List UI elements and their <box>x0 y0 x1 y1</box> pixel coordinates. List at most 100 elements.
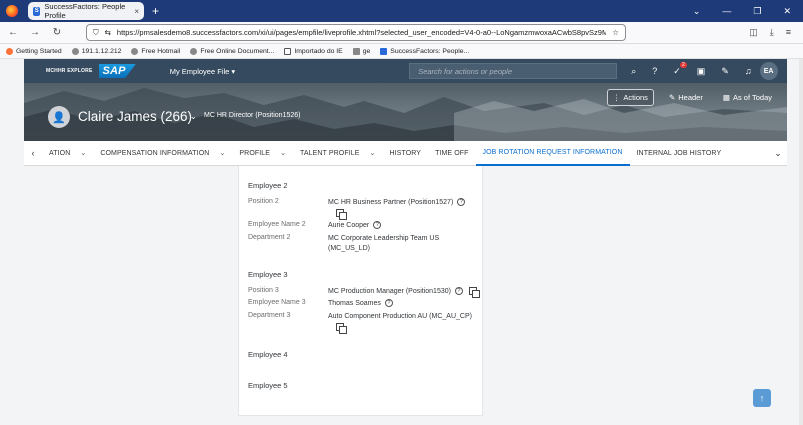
bookmark-item[interactable]: 191.1.12.212 <box>71 47 121 55</box>
main-content: Employee 2 Position 2 MC HR Business Par… <box>24 166 787 425</box>
globe-icon <box>71 47 79 55</box>
job-rotation-card: Employee 2 Position 2 MC HR Business Par… <box>238 166 483 416</box>
bookmark-item[interactable]: SuccessFactors: People... <box>380 47 469 55</box>
bookmark-folder[interactable]: Importado do IE <box>284 47 343 55</box>
company-brand[interactable]: MCHHR EXPLORE SAP <box>46 64 136 78</box>
tab-time-off[interactable]: TIME OFF <box>428 141 475 166</box>
tab-compensation-information[interactable]: COMPENSATION INFORMATION ⌄ <box>93 141 232 166</box>
bell-icon[interactable]: ♫ <box>745 66 752 76</box>
minimize-icon[interactable]: — <box>722 6 731 17</box>
help-icon[interactable]: ? <box>384 299 393 308</box>
employee-name-3-value: Thomas Soames? <box>328 299 478 309</box>
address-bar[interactable]: ⛉ ⇆ https://pmsalesdemo8.successfactors.… <box>86 24 626 41</box>
url-text[interactable]: https://pmsalesdemo8.successfactors.com/… <box>117 28 606 37</box>
section-navigation: ‹ ATION ⌄ COMPENSATION INFORMATION ⌄ PROFI… <box>24 141 787 166</box>
copy-icon[interactable] <box>468 287 480 299</box>
forward-icon[interactable]: → <box>26 27 44 38</box>
tab-job-rotation-request-information[interactable]: JOB ROTATION REQUEST INFORMATION <box>475 141 630 166</box>
folder-icon <box>284 47 292 55</box>
tab-internal-job-history[interactable]: INTERNAL JOB HISTORY <box>630 141 729 166</box>
more-vertical-icon: ⋮ <box>612 93 621 102</box>
reload-icon[interactable]: ↻ <box>48 27 66 38</box>
shield-icon[interactable]: ⛉ <box>93 28 99 38</box>
firefox-icon <box>6 47 13 55</box>
help-icon[interactable]: ? <box>457 198 466 207</box>
field-label: Department 2 <box>248 234 291 241</box>
tracking-icon[interactable]: ⇆ <box>105 28 111 37</box>
module-menu[interactable]: My Employee File ▾ <box>170 67 235 76</box>
browser-tab[interactable]: S SuccessFactors: People Profile × <box>28 2 144 20</box>
successfactors-icon <box>380 47 388 55</box>
sap-logo: SAP <box>98 64 136 78</box>
search-icon[interactable]: ⌕ <box>631 66 636 77</box>
header-button[interactable]: ✎ Header <box>664 90 708 105</box>
position-2-value: MC HR Business Partner (Position1527)? <box>328 198 478 221</box>
browser-tab-strip: S SuccessFactors: People Profile × + ⌄ —… <box>0 0 803 22</box>
new-tab-button[interactable]: + <box>152 4 159 18</box>
chat-icon[interactable]: ▣ <box>697 66 706 77</box>
tab-talent-profile[interactable]: TALENT PROFILE ⌄ <box>293 141 382 166</box>
more-sections-chevron-icon[interactable]: ⌄ <box>769 148 787 159</box>
bookmark-item[interactable]: Free Online Document... <box>190 47 274 55</box>
browser-nav-bar: ← → ↻ ⛉ ⇆ https://pmsalesdemo8.successfa… <box>0 22 803 44</box>
bookmark-item[interactable]: Free Hotmail <box>131 47 180 55</box>
employee-name: Claire James (266) <box>78 109 193 124</box>
employee-4-title: Employee 4 <box>248 350 288 359</box>
todo-icon[interactable]: ✓ 2 <box>673 61 687 77</box>
bookmark-star-icon[interactable]: ☆ <box>612 28 619 37</box>
profile-photo-placeholder-icon[interactable]: 👤 <box>48 106 70 128</box>
notification-badge: 2 <box>680 61 687 68</box>
employee-5-title: Employee 5 <box>248 381 288 390</box>
department-2-value: MC Corporate Leadership Team US (MC_US_L… <box>328 235 440 252</box>
chevron-down-icon: ⌄ <box>280 150 287 157</box>
bookmarks-bar: Getting Started 191.1.12.212 Free Hotmai… <box>0 44 803 59</box>
position-3-value: MC Production Manager (Position1530)? <box>328 287 480 299</box>
profile-header: 👤 Claire James (266) ⌄ MC HR Director (P… <box>24 83 787 141</box>
restore-icon[interactable]: ❐ <box>753 6 761 17</box>
feedback-icon[interactable]: ✎ <box>721 66 729 77</box>
chevron-down-icon: ⌄ <box>219 150 226 157</box>
calendar-icon: ▦ <box>722 93 730 102</box>
tab-history[interactable]: HISTORY <box>383 141 429 166</box>
scroll-to-top-button[interactable]: ↑ <box>753 389 771 407</box>
field-label: Position 2 <box>248 198 279 205</box>
chevron-down-icon: ⌄ <box>369 150 376 157</box>
globe-icon <box>131 47 139 55</box>
as-of-today-button[interactable]: ▦ As of Today <box>718 90 777 105</box>
copy-icon[interactable] <box>336 323 347 335</box>
employee-position: MC HR Director (Position1526) <box>204 112 301 119</box>
edit-icon: ✎ <box>668 93 676 102</box>
page-icon <box>352 47 360 55</box>
successfactors-favicon-icon: S <box>33 6 41 16</box>
actions-button[interactable]: ⋮ Actions <box>606 89 654 106</box>
pocket-icon[interactable]: ◫ <box>749 27 758 38</box>
close-window-icon[interactable]: ✕ <box>783 6 791 17</box>
bookmark-item[interactable]: Getting Started <box>6 47 62 55</box>
arrow-up-icon: ↑ <box>759 393 765 403</box>
chevron-down-icon: ⌄ <box>80 150 87 157</box>
chevron-down-icon[interactable]: ⌄ <box>190 112 197 121</box>
close-tab-icon[interactable]: × <box>134 7 139 16</box>
back-icon[interactable]: ← <box>4 27 22 38</box>
field-label: Employee Name 3 <box>248 299 306 306</box>
tab-list-icon[interactable]: ⌄ <box>693 6 701 17</box>
download-icon[interactable]: ⤓ <box>770 27 774 38</box>
search-input[interactable]: Search for actions or people <box>409 63 618 79</box>
field-label: Department 3 <box>248 312 291 319</box>
copy-icon[interactable] <box>336 209 347 221</box>
help-icon[interactable]: ? <box>454 287 463 296</box>
user-avatar[interactable]: EA <box>759 62 778 80</box>
menu-icon[interactable]: ≡ <box>786 27 791 38</box>
help-icon[interactable]: ? <box>373 221 382 230</box>
employee-name-2-value: Aurie Cooper? <box>328 221 478 231</box>
sap-shell-bar: MCHHR EXPLORE SAP My Employee File ▾ Sea… <box>24 59 787 83</box>
tab-profile[interactable]: PROFILE ⌄ <box>232 141 293 166</box>
scroll-left-icon[interactable]: ‹ <box>24 148 42 158</box>
field-label: Employee Name 2 <box>248 221 306 228</box>
page-scrollbar[interactable] <box>799 59 803 425</box>
tab-section-partial[interactable]: ATION ⌄ <box>42 141 93 166</box>
employee-3-title: Employee 3 <box>248 270 288 279</box>
bookmark-item[interactable]: ge <box>352 47 370 55</box>
firefox-logo-icon <box>6 5 18 17</box>
help-icon[interactable]: ? <box>652 66 657 76</box>
